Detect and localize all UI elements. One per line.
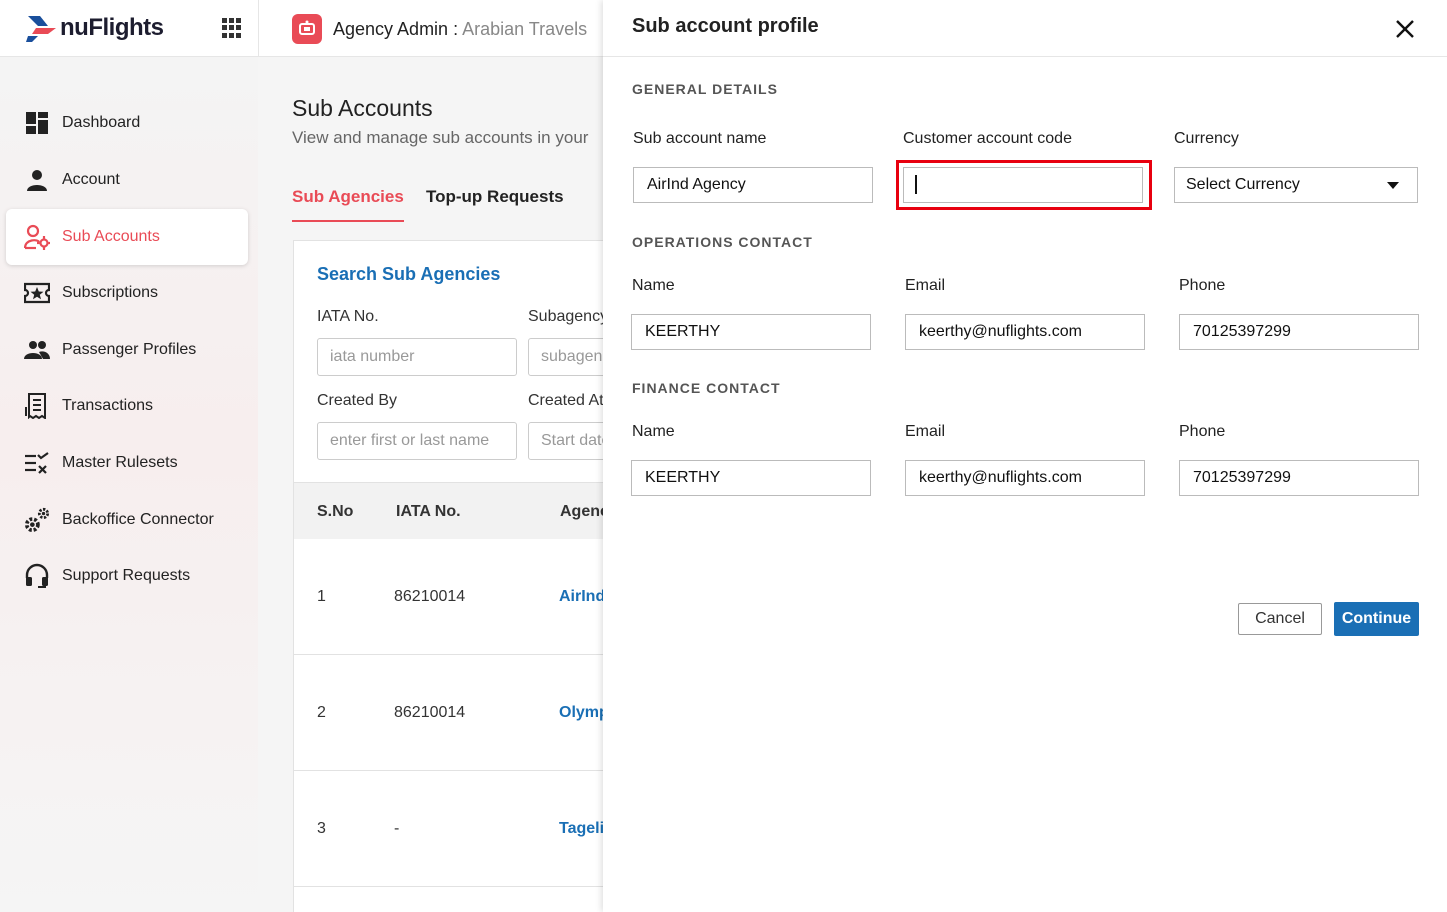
col-sno: S.No (317, 503, 354, 520)
iata-input[interactable]: iata number (317, 338, 517, 376)
ops-name-label: Name (632, 277, 675, 294)
row-sno: 1 (317, 588, 326, 605)
fin-phone-label: Phone (1179, 423, 1226, 440)
finance-contact-heading: FINANCE CONTACT (632, 380, 781, 396)
ops-phone-label: Phone (1179, 277, 1226, 294)
created-at-label: Created At (528, 392, 604, 409)
col-iata: IATA No. (396, 503, 461, 520)
row-agency-link[interactable]: Tageli (559, 820, 604, 838)
cancel-button[interactable]: Cancel (1238, 603, 1322, 635)
sidebar-item-backoffice-connector[interactable]: Backoffice Connector (6, 492, 248, 548)
tab-sub-agencies[interactable]: Sub Agencies (292, 187, 404, 207)
close-icon[interactable] (1393, 17, 1417, 41)
row-agency-link[interactable]: Olymp (559, 704, 609, 722)
apps-grid-icon[interactable] (222, 18, 242, 38)
panel-header: Sub account profile (603, 0, 1447, 57)
row-sno: 3 (317, 820, 326, 837)
sidebar-item-transactions[interactable]: Transactions (6, 378, 248, 434)
created-by-label: Created By (317, 392, 398, 409)
created-by-input[interactable]: enter first or last name (317, 422, 517, 460)
ops-phone-input[interactable]: 70125397299 (1179, 314, 1419, 350)
sidebar-item-label: Account (62, 171, 120, 188)
dropdown-arrow-icon (1387, 182, 1399, 189)
page-title: Sub Accounts (292, 95, 433, 121)
topbar-divider (258, 0, 259, 57)
sidebar-item-label: Dashboard (62, 114, 141, 131)
panel-title: Sub account profile (632, 15, 819, 37)
ops-email-input[interactable]: keerthy@nuflights.com (905, 314, 1145, 350)
row-iata: 86210014 (394, 704, 466, 721)
agency-name: Arabian Travels (462, 19, 588, 39)
col-agency: Agenc (560, 503, 609, 520)
sidebar-item-label: Passenger Profiles (62, 341, 197, 358)
person-icon (24, 167, 50, 193)
fin-name-input[interactable]: KEERTHY (631, 460, 871, 496)
currency-select[interactable]: Select Currency (1174, 167, 1418, 203)
agency-icon (292, 14, 322, 44)
tab-top-up-requests[interactable]: Top-up Requests (426, 187, 564, 207)
continue-button[interactable]: Continue (1334, 602, 1419, 636)
row-iata: 86210014 (394, 588, 466, 605)
sub-account-name-input[interactable]: AirInd Agency (633, 167, 873, 203)
sidebar-item-master-rulesets[interactable]: Master Rulesets (6, 435, 248, 491)
row-agency-link[interactable]: AirInd (559, 588, 605, 606)
fin-name-label: Name (632, 423, 675, 440)
fin-email-label: Email (905, 423, 946, 440)
sub-accounts-icon (24, 224, 50, 250)
receipt-icon (24, 393, 50, 419)
operations-contact-heading: OPERATIONS CONTACT (632, 234, 813, 250)
sidebar-item-label: Support Requests (62, 567, 191, 584)
currency-select-value: Select Currency (1186, 176, 1300, 193)
page-subtitle: View and manage sub accounts in your (292, 128, 589, 147)
customer-account-code-input[interactable] (903, 167, 1143, 203)
sidebar-item-support-requests[interactable]: Support Requests (6, 548, 248, 604)
sidebar-item-subscriptions[interactable]: Subscriptions (6, 265, 248, 321)
sidebar-item-label: Transactions (62, 397, 153, 414)
subagency-label: Subagency (528, 308, 609, 325)
people-icon (24, 337, 50, 363)
plane-logo-icon (26, 16, 56, 42)
sub-account-name-label: Sub account name (633, 130, 767, 147)
agency-title: Agency Admin : Arabian Travels (333, 19, 587, 40)
sidebar-item-label: Backoffice Connector (62, 511, 214, 528)
sidebar-item-label: Master Rulesets (62, 454, 178, 471)
sidebar-item-passenger-profiles[interactable]: Passenger Profiles (6, 322, 248, 378)
currency-label: Currency (1174, 130, 1239, 147)
dashboard-icon (24, 110, 50, 136)
fin-phone-input[interactable]: 70125397299 (1179, 460, 1419, 496)
sidebar-item-label: Sub Accounts (62, 228, 160, 245)
row-sno: 2 (317, 704, 326, 721)
row-iata: - (394, 820, 400, 837)
ops-email-label: Email (905, 277, 946, 294)
iata-label: IATA No. (317, 308, 379, 325)
ticket-star-icon (24, 280, 50, 306)
agency-admin-label: Agency Admin : (333, 19, 459, 39)
sidebar-item-label: Subscriptions (62, 284, 159, 301)
sidebar-item-dashboard[interactable]: Dashboard (6, 95, 248, 151)
fin-email-input[interactable]: keerthy@nuflights.com (905, 460, 1145, 496)
ops-name-input[interactable]: KEERTHY (631, 314, 871, 350)
nuflights-logo[interactable]: nuFlights (26, 10, 164, 46)
sidebar: Dashboard Account Sub Accounts Subscript… (0, 57, 258, 912)
sub-account-profile-panel: Sub account profile GENERAL DETAILS Sub … (603, 0, 1447, 912)
gears-icon (24, 507, 50, 533)
active-tab-indicator (292, 220, 404, 222)
rules-icon (24, 450, 50, 476)
sidebar-item-account[interactable]: Account (6, 152, 248, 208)
customer-account-code-label: Customer account code (903, 130, 1072, 147)
general-details-heading: GENERAL DETAILS (632, 81, 778, 97)
brand-name: nuFlights (60, 14, 164, 41)
search-title: Search Sub Agencies (317, 264, 501, 284)
sidebar-item-sub-accounts[interactable]: Sub Accounts (6, 209, 248, 265)
headset-icon (24, 563, 50, 589)
